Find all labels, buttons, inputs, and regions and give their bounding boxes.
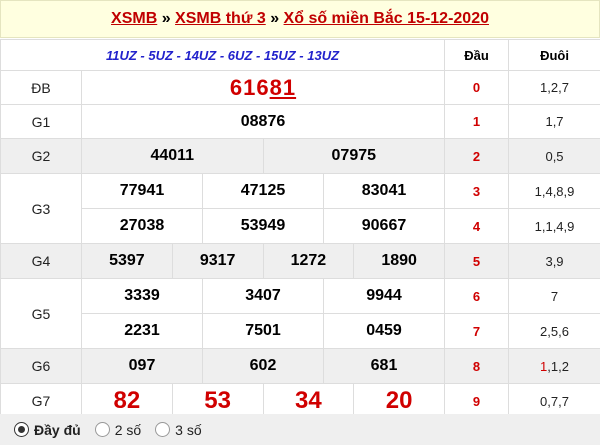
duoi-header: Đuôi [508, 39, 600, 71]
prize-number: 82 [113, 387, 141, 414]
prize-number: 83041 [323, 174, 444, 208]
prize-label: G2 [0, 138, 82, 174]
prize-number: 44011 [150, 147, 195, 164]
table-row: 2231 7501 0459 7 2,5,6 [1, 313, 600, 349]
option-3-digits[interactable]: 3 số [155, 421, 202, 438]
prize-numbers-cell: 2231 7501 0459 [80, 313, 446, 349]
prize-number: 53949 [202, 209, 323, 243]
prize-number: 097 [128, 357, 156, 374]
prize-label: G1 [0, 104, 82, 139]
dau-cell: 3 [444, 173, 510, 209]
prize-number: 9944 [323, 279, 444, 313]
dau-header: Đầu [444, 39, 510, 71]
table-row: 27038 53949 90667 4 1,1,4,9 [1, 208, 600, 244]
option-3-digits-label: 3 số [175, 421, 202, 438]
prize-number: 07975 [262, 139, 445, 173]
prize-label: G3 [0, 173, 82, 244]
dau-cell: 6 [444, 278, 510, 314]
xsmb-thu3-link[interactable]: XSMB thứ 3 [175, 10, 266, 27]
prize-number: 9317 [171, 244, 263, 278]
prize-number: 2231 [124, 322, 160, 339]
breadcrumb-separator: » [265, 10, 284, 27]
special-prize-number: 61681 [230, 75, 296, 100]
table-row: G2 44011 07975 2 0,5 [0, 138, 600, 174]
special-prize-prefix: 616 [229, 74, 270, 100]
xsmb-date-link[interactable]: Xổ số miền Bắc 15-12-2020 [284, 10, 489, 27]
prize-numbers-cell: 44011 07975 [80, 138, 446, 174]
prize-number: 681 [323, 349, 444, 383]
dau-cell: 5 [444, 243, 510, 279]
prize-number: 602 [202, 349, 323, 383]
table-row: ĐB 61681 0 1,2,7 [0, 70, 600, 105]
prize-number: 47125 [202, 174, 323, 208]
prize-number: 34 [262, 384, 354, 418]
special-prize-cell: 61681 [80, 70, 446, 105]
duoi-cell: 1,4,8,9 [508, 173, 600, 209]
special-prize-suffix: 81 [269, 74, 297, 100]
prize-number: 3339 [124, 287, 160, 304]
duoi-rest: ,1,2 [547, 358, 569, 374]
prize-label: G6 [0, 348, 82, 384]
prize-number: 3407 [202, 279, 323, 313]
radio-2-digits[interactable] [94, 422, 110, 437]
prize-number: 0459 [323, 314, 444, 348]
table-row: G3 77941 47125 83041 3 1,4,8,9 [0, 173, 600, 244]
duoi-cell: 2,5,6 [508, 313, 600, 349]
prize-number: 5397 [109, 252, 145, 269]
duoi-cell: 7 [508, 278, 600, 314]
table-row: G4 5397 9317 1272 1890 5 3,9 [0, 243, 600, 279]
duoi-cell: 1,1,2 [508, 348, 600, 384]
prize-numbers-cell: 3339 3407 9944 [80, 278, 446, 314]
prize-number: 08876 [80, 104, 446, 139]
prize-numbers-cell: 5397 9317 1272 1890 [80, 243, 446, 279]
duoi-cell: 1,2,7 [508, 70, 600, 105]
duoi-cell: 1,1,4,9 [508, 208, 600, 244]
prize-number: 77941 [119, 182, 165, 199]
option-full[interactable]: Đầy đủ [14, 422, 81, 438]
option-full-label: Đầy đủ [34, 421, 81, 438]
prize-label: ĐB [0, 70, 82, 105]
header-row: 11UZ - 5UZ - 14UZ - 6UZ - 15UZ - 13UZ Đầ… [0, 39, 600, 71]
prize-numbers-cell: 77941 47125 83041 [80, 173, 446, 209]
prize-number: 1272 [262, 244, 354, 278]
dau-cell: 4 [444, 208, 510, 244]
radio-full[interactable] [14, 422, 29, 437]
display-options: Đầy đủ 2 số 3 số [0, 414, 600, 445]
results-table: 11UZ - 5UZ - 14UZ - 6UZ - 15UZ - 13UZ Đầ… [0, 39, 600, 419]
radio-3-digits[interactable] [155, 422, 171, 437]
duoi-cell: 3,9 [508, 243, 600, 279]
table-row: G1 08876 1 1,7 [0, 104, 600, 139]
dau-cell: 1 [444, 104, 510, 139]
dau-cell: 8 [444, 348, 510, 384]
prize-number: 1890 [353, 244, 444, 278]
page-title-bar: XSMB » XSMB thứ 3 » Xổ số miền Bắc 15-12… [0, 0, 600, 38]
prize-codes: 11UZ - 5UZ - 14UZ - 6UZ - 15UZ - 13UZ [0, 39, 446, 71]
option-2-digits-label: 2 số [114, 421, 142, 438]
table-row: G6 097 602 681 8 1,1,2 [0, 348, 600, 384]
dau-cell: 0 [444, 70, 510, 105]
prize-number: 20 [353, 384, 444, 418]
prize-label: G4 [0, 243, 82, 279]
table-row: G5 3339 3407 9944 6 7 [0, 278, 600, 349]
xsmb-link[interactable]: XSMB [111, 10, 157, 27]
breadcrumb-separator: » [157, 10, 176, 27]
duoi-cell: 1,7 [508, 104, 600, 139]
prize-numbers-cell: 097 602 681 [80, 348, 446, 384]
dau-cell: 7 [444, 313, 510, 349]
prize-number: 27038 [119, 217, 165, 234]
prize-number: 53 [171, 384, 263, 418]
prize-label: G5 [0, 278, 82, 349]
dau-cell: 2 [444, 138, 510, 174]
option-2-digits[interactable]: 2 số [94, 421, 142, 438]
prize-number: 7501 [202, 314, 323, 348]
prize-number: 90667 [323, 209, 444, 243]
duoi-cell: 0,5 [508, 138, 600, 174]
prize-numbers-cell: 27038 53949 90667 [80, 208, 446, 244]
